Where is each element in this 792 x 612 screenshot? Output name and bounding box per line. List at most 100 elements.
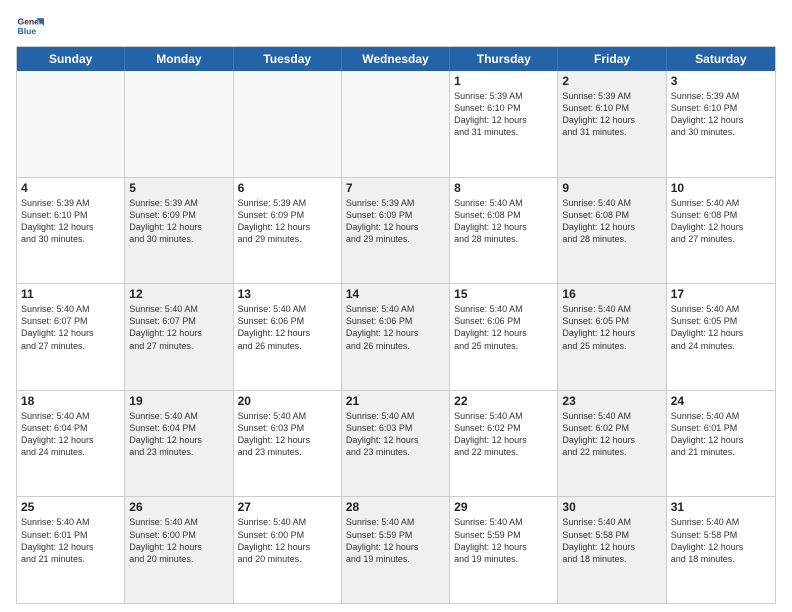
cell-line: Sunrise: 5:40 AM — [346, 410, 445, 422]
header: General Blue — [16, 12, 776, 40]
cell-line: Sunrise: 5:39 AM — [346, 197, 445, 209]
day-number: 26 — [129, 500, 228, 514]
day-number: 15 — [454, 287, 553, 301]
cell-line: and 21 minutes. — [21, 553, 120, 565]
cell-line: Sunset: 6:00 PM — [238, 529, 337, 541]
day-number: 25 — [21, 500, 120, 514]
day-cell-24: 24Sunrise: 5:40 AMSunset: 6:01 PMDayligh… — [667, 391, 775, 497]
day-cell-5: 5Sunrise: 5:39 AMSunset: 6:09 PMDaylight… — [125, 178, 233, 284]
day-number: 19 — [129, 394, 228, 408]
day-cell-8: 8Sunrise: 5:40 AMSunset: 6:08 PMDaylight… — [450, 178, 558, 284]
cell-line: Daylight: 12 hours — [562, 327, 661, 339]
cell-line: Sunrise: 5:40 AM — [238, 410, 337, 422]
day-number: 24 — [671, 394, 771, 408]
calendar-header: SundayMondayTuesdayWednesdayThursdayFrid… — [17, 47, 775, 71]
cell-line: Sunrise: 5:40 AM — [671, 516, 771, 528]
cell-line: Sunrise: 5:39 AM — [671, 90, 771, 102]
day-number: 18 — [21, 394, 120, 408]
day-cell-10: 10Sunrise: 5:40 AMSunset: 6:08 PMDayligh… — [667, 178, 775, 284]
day-number: 31 — [671, 500, 771, 514]
day-number: 23 — [562, 394, 661, 408]
cell-line: Daylight: 12 hours — [346, 541, 445, 553]
cell-line: Sunrise: 5:40 AM — [562, 516, 661, 528]
cell-line: Daylight: 12 hours — [238, 221, 337, 233]
cell-line: Sunset: 6:02 PM — [454, 422, 553, 434]
cell-line: Sunset: 6:02 PM — [562, 422, 661, 434]
day-number: 11 — [21, 287, 120, 301]
cell-line: Sunrise: 5:40 AM — [238, 516, 337, 528]
cell-line: Sunset: 6:06 PM — [346, 315, 445, 327]
cell-line: Sunrise: 5:40 AM — [21, 303, 120, 315]
header-day-sunday: Sunday — [17, 47, 125, 71]
day-number: 21 — [346, 394, 445, 408]
day-number: 27 — [238, 500, 337, 514]
day-number: 4 — [21, 181, 120, 195]
day-cell-9: 9Sunrise: 5:40 AMSunset: 6:08 PMDaylight… — [558, 178, 666, 284]
cell-line: Sunrise: 5:40 AM — [129, 516, 228, 528]
cell-line: and 19 minutes. — [346, 553, 445, 565]
cell-line: Sunrise: 5:39 AM — [562, 90, 661, 102]
day-cell-13: 13Sunrise: 5:40 AMSunset: 6:06 PMDayligh… — [234, 284, 342, 390]
cell-line: Sunrise: 5:39 AM — [238, 197, 337, 209]
week-row-2: 4Sunrise: 5:39 AMSunset: 6:10 PMDaylight… — [17, 178, 775, 285]
day-cell-31: 31Sunrise: 5:40 AMSunset: 5:58 PMDayligh… — [667, 497, 775, 603]
day-cell-1: 1Sunrise: 5:39 AMSunset: 6:10 PMDaylight… — [450, 71, 558, 177]
cell-line: and 26 minutes. — [346, 340, 445, 352]
cell-line: Sunrise: 5:40 AM — [562, 410, 661, 422]
cell-line: Sunrise: 5:40 AM — [671, 303, 771, 315]
cell-line: Sunrise: 5:40 AM — [671, 410, 771, 422]
day-number: 17 — [671, 287, 771, 301]
cell-line: Sunrise: 5:40 AM — [454, 197, 553, 209]
cell-line: Sunset: 6:03 PM — [346, 422, 445, 434]
day-cell-29: 29Sunrise: 5:40 AMSunset: 5:59 PMDayligh… — [450, 497, 558, 603]
cell-line: Sunset: 6:05 PM — [671, 315, 771, 327]
header-day-tuesday: Tuesday — [234, 47, 342, 71]
day-number: 10 — [671, 181, 771, 195]
page: General Blue SundayMondayTuesdayWednesda… — [0, 0, 792, 612]
day-number: 9 — [562, 181, 661, 195]
cell-line: and 18 minutes. — [562, 553, 661, 565]
day-cell-11: 11Sunrise: 5:40 AMSunset: 6:07 PMDayligh… — [17, 284, 125, 390]
calendar: SundayMondayTuesdayWednesdayThursdayFrid… — [16, 46, 776, 604]
cell-line: Sunrise: 5:40 AM — [346, 303, 445, 315]
cell-line: Daylight: 12 hours — [129, 221, 228, 233]
cell-line: Daylight: 12 hours — [238, 541, 337, 553]
header-day-wednesday: Wednesday — [342, 47, 450, 71]
day-number: 3 — [671, 74, 771, 88]
cell-line: Daylight: 12 hours — [562, 114, 661, 126]
cell-line: and 29 minutes. — [346, 233, 445, 245]
header-day-saturday: Saturday — [667, 47, 775, 71]
cell-line: and 31 minutes. — [454, 126, 553, 138]
cell-line: Daylight: 12 hours — [671, 541, 771, 553]
header-day-thursday: Thursday — [450, 47, 558, 71]
cell-line: Daylight: 12 hours — [454, 541, 553, 553]
cell-line: Daylight: 12 hours — [238, 327, 337, 339]
svg-text:Blue: Blue — [18, 26, 37, 36]
day-cell-14: 14Sunrise: 5:40 AMSunset: 6:06 PMDayligh… — [342, 284, 450, 390]
cell-line: Sunset: 6:10 PM — [454, 102, 553, 114]
cell-line: Sunset: 6:04 PM — [21, 422, 120, 434]
header-day-monday: Monday — [125, 47, 233, 71]
day-number: 6 — [238, 181, 337, 195]
cell-line: Sunrise: 5:40 AM — [562, 303, 661, 315]
cell-line: Sunset: 6:06 PM — [238, 315, 337, 327]
day-number: 20 — [238, 394, 337, 408]
logo: General Blue — [16, 12, 44, 40]
cell-line: and 20 minutes. — [238, 553, 337, 565]
cell-line: Daylight: 12 hours — [21, 434, 120, 446]
day-cell-7: 7Sunrise: 5:39 AMSunset: 6:09 PMDaylight… — [342, 178, 450, 284]
cell-line: Sunrise: 5:40 AM — [562, 197, 661, 209]
day-number: 1 — [454, 74, 553, 88]
cell-line: Daylight: 12 hours — [129, 434, 228, 446]
cell-line: Daylight: 12 hours — [671, 114, 771, 126]
cell-line: and 25 minutes. — [562, 340, 661, 352]
cell-line: Sunrise: 5:40 AM — [671, 197, 771, 209]
cell-line: Daylight: 12 hours — [454, 327, 553, 339]
day-number: 28 — [346, 500, 445, 514]
cell-line: Sunset: 6:09 PM — [129, 209, 228, 221]
cell-line: and 25 minutes. — [454, 340, 553, 352]
cell-line: Sunrise: 5:40 AM — [21, 516, 120, 528]
cell-line: Sunrise: 5:39 AM — [21, 197, 120, 209]
cell-line: and 23 minutes. — [238, 446, 337, 458]
cell-line: Sunset: 6:09 PM — [346, 209, 445, 221]
